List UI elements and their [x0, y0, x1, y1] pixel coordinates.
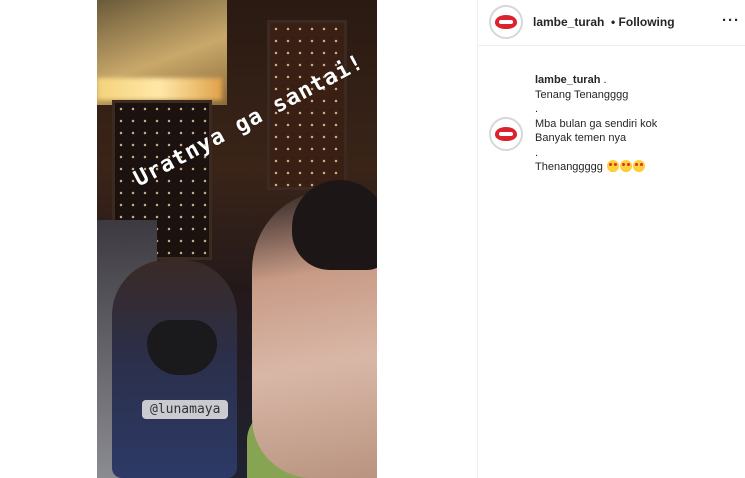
- heart-eyes-emoji-icon: [632, 160, 645, 172]
- heart-eyes-emoji-icon: [606, 160, 619, 172]
- lips-logo-icon: [495, 127, 517, 141]
- caption-avatar[interactable]: [489, 117, 523, 151]
- post-media[interactable]: Uratnya ga santai! @lunamaya: [0, 0, 477, 478]
- caption-line: Tenang Tenangggg: [535, 88, 629, 101]
- caption-line: .: [603, 74, 607, 86]
- caption-line: .: [535, 146, 539, 159]
- caption-line: Thenanggggg: [535, 161, 603, 173]
- video-frame[interactable]: Uratnya ga santai! @lunamaya: [97, 0, 377, 478]
- avatar[interactable]: [489, 5, 523, 39]
- caption-line: Banyak temen nya: [535, 132, 627, 144]
- hair: [292, 180, 377, 270]
- caption-line: .: [535, 103, 539, 115]
- heart-eyes-emoji-icon: [619, 160, 632, 172]
- header-username[interactable]: lambe_turah: [533, 15, 604, 29]
- caption-line: Mba bulan ga sendiri kok: [535, 117, 658, 130]
- post-sidebar: lambe_turah • Following ··· lambe_turah …: [477, 0, 745, 478]
- face-mask: [147, 320, 217, 375]
- following-status[interactable]: • Following: [611, 15, 675, 29]
- caption-username[interactable]: lambe_turah: [535, 74, 600, 86]
- post-header: lambe_turah • Following ···: [478, 0, 745, 46]
- ceiling-light: [97, 78, 222, 100]
- lips-logo-icon: [495, 15, 517, 29]
- more-horizontal-icon[interactable]: ···: [722, 12, 740, 29]
- post-caption: lambe_turah . Tenang Tenangggg . Mba bul…: [535, 73, 735, 175]
- mention-tag[interactable]: @lunamaya: [142, 400, 229, 419]
